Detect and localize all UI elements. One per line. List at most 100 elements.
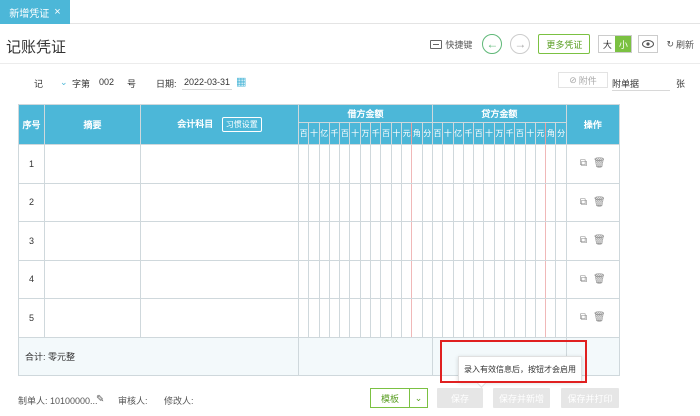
- calendar-icon[interactable]: ▦: [236, 75, 246, 88]
- edit-icon[interactable]: ✎: [96, 394, 104, 405]
- debit-amount-cell[interactable]: [359, 259, 372, 299]
- credit-amount-cell[interactable]: [555, 221, 567, 261]
- debit-amount-cell[interactable]: [421, 182, 433, 222]
- copy-row-icon[interactable]: ⧉: [580, 158, 587, 169]
- size-large-button[interactable]: 大: [599, 36, 615, 52]
- debit-amount-cell[interactable]: [297, 298, 310, 338]
- debit-amount-cell[interactable]: [390, 144, 402, 184]
- chevron-down-icon[interactable]: ⌄: [409, 389, 427, 407]
- habit-settings-button[interactable]: 习惯设置: [221, 117, 262, 132]
- debit-amount-cell[interactable]: [390, 182, 402, 222]
- copy-row-icon[interactable]: ⧉: [580, 274, 587, 285]
- credit-amount-cell[interactable]: [524, 298, 536, 338]
- credit-amount-cell[interactable]: [503, 259, 516, 299]
- debit-amount-cell[interactable]: [400, 144, 413, 184]
- debit-amount-cell[interactable]: [308, 259, 320, 299]
- save-button[interactable]: 保存: [437, 388, 483, 408]
- credit-amount-cell[interactable]: [462, 221, 475, 261]
- more-voucher-button[interactable]: 更多凭证: [538, 34, 591, 54]
- credit-amount-cell[interactable]: [431, 259, 444, 299]
- debit-amount-cell[interactable]: [421, 144, 433, 184]
- summary-cell[interactable]: [44, 221, 141, 261]
- debit-amount-cell[interactable]: [370, 144, 382, 184]
- summary-cell[interactable]: [44, 259, 141, 299]
- debit-amount-cell[interactable]: [380, 221, 392, 261]
- debit-amount-cell[interactable]: [318, 221, 330, 261]
- credit-amount-cell[interactable]: [462, 259, 475, 299]
- voucher-number-input[interactable]: 002: [99, 77, 114, 87]
- credit-amount-cell[interactable]: [503, 144, 516, 184]
- credit-amount-cell[interactable]: [493, 259, 505, 299]
- debit-amount-cell[interactable]: [400, 182, 413, 222]
- save-new-button[interactable]: 保存并新增: [493, 388, 550, 408]
- debit-amount-cell[interactable]: [370, 182, 382, 222]
- credit-amount-cell[interactable]: [524, 221, 536, 261]
- credit-amount-cell[interactable]: [442, 182, 454, 222]
- debit-amount-cell[interactable]: [370, 221, 382, 261]
- trash-icon[interactable]: 🗑: [593, 235, 606, 246]
- debit-amount-cell[interactable]: [349, 144, 361, 184]
- credit-amount-cell[interactable]: [534, 144, 547, 184]
- subject-cell[interactable]: [140, 221, 299, 261]
- credit-amount-cell[interactable]: [462, 144, 475, 184]
- credit-amount-cell[interactable]: [452, 182, 464, 222]
- summary-cell[interactable]: [44, 144, 141, 184]
- credit-amount-cell[interactable]: [503, 298, 516, 338]
- subject-cell[interactable]: [140, 298, 299, 338]
- debit-amount-cell[interactable]: [328, 221, 341, 261]
- debit-amount-cell[interactable]: [359, 298, 372, 338]
- trash-icon[interactable]: 🗑: [593, 197, 606, 208]
- summary-cell[interactable]: [44, 298, 141, 338]
- credit-amount-cell[interactable]: [545, 298, 557, 338]
- debit-amount-cell[interactable]: [400, 221, 413, 261]
- template-button[interactable]: 模板 ⌄: [370, 388, 428, 408]
- credit-amount-cell[interactable]: [545, 221, 557, 261]
- credit-amount-cell[interactable]: [442, 298, 454, 338]
- debit-amount-cell[interactable]: [308, 298, 320, 338]
- credit-amount-cell[interactable]: [442, 221, 454, 261]
- next-voucher-button[interactable]: →: [510, 34, 531, 54]
- credit-amount-cell[interactable]: [524, 182, 536, 222]
- credit-amount-cell[interactable]: [483, 144, 495, 184]
- subject-cell[interactable]: [140, 259, 299, 299]
- debit-amount-cell[interactable]: [349, 221, 361, 261]
- debit-amount-cell[interactable]: [390, 221, 402, 261]
- debit-amount-cell[interactable]: [411, 259, 423, 299]
- copy-row-icon[interactable]: ⧉: [580, 235, 587, 246]
- credit-amount-cell[interactable]: [514, 259, 526, 299]
- debit-amount-cell[interactable]: [359, 221, 372, 261]
- debit-amount-cell[interactable]: [421, 259, 433, 299]
- debit-amount-cell[interactable]: [400, 298, 413, 338]
- credit-amount-cell[interactable]: [534, 221, 547, 261]
- debit-amount-cell[interactable]: [308, 144, 320, 184]
- debit-amount-cell[interactable]: [308, 221, 320, 261]
- credit-amount-cell[interactable]: [534, 259, 547, 299]
- credit-amount-cell[interactable]: [483, 298, 495, 338]
- debit-amount-cell[interactable]: [370, 259, 382, 299]
- debit-amount-cell[interactable]: [411, 221, 423, 261]
- credit-amount-cell[interactable]: [545, 182, 557, 222]
- credit-amount-cell[interactable]: [555, 144, 567, 184]
- debit-amount-cell[interactable]: [297, 144, 310, 184]
- debit-amount-cell[interactable]: [297, 182, 310, 222]
- close-icon[interactable]: ×: [54, 6, 60, 18]
- date-input[interactable]: 2022-03-31: [182, 77, 233, 90]
- debit-amount-cell[interactable]: [349, 259, 361, 299]
- debit-amount-cell[interactable]: [339, 259, 351, 299]
- credit-amount-cell[interactable]: [462, 182, 475, 222]
- debit-amount-cell[interactable]: [411, 144, 423, 184]
- credit-amount-cell[interactable]: [555, 182, 567, 222]
- credit-amount-cell[interactable]: [514, 182, 526, 222]
- save-print-button[interactable]: 保存并打印: [561, 388, 619, 408]
- debit-amount-cell[interactable]: [359, 182, 372, 222]
- trash-icon[interactable]: 🗑: [593, 158, 606, 169]
- credit-amount-cell[interactable]: [473, 259, 485, 299]
- subject-cell[interactable]: [140, 144, 299, 184]
- debit-amount-cell[interactable]: [411, 182, 423, 222]
- debit-amount-cell[interactable]: [328, 259, 341, 299]
- credit-amount-cell[interactable]: [473, 298, 485, 338]
- debit-amount-cell[interactable]: [380, 259, 392, 299]
- credit-amount-cell[interactable]: [442, 144, 454, 184]
- debit-amount-cell[interactable]: [370, 298, 382, 338]
- credit-amount-cell[interactable]: [493, 182, 505, 222]
